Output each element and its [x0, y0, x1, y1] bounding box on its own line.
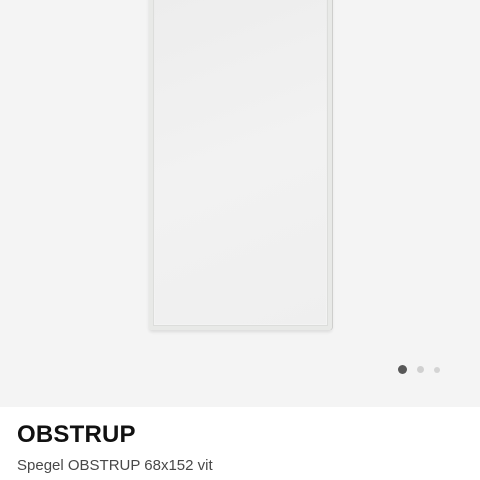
gallery-dot-1[interactable]: [398, 365, 407, 374]
product-name: OBSTRUP: [17, 421, 136, 448]
product-image-mirror[interactable]: [149, 0, 332, 330]
gallery-dot-3[interactable]: [434, 366, 440, 373]
product-info: OBSTRUP Spegel OBSTRUP 68x152 vit: [0, 407, 480, 480]
product-image-gallery[interactable]: [0, 0, 480, 407]
product-page: OBSTRUP Spegel OBSTRUP 68x152 vit: [0, 0, 480, 480]
gallery-pagination: [398, 365, 440, 374]
product-description: Spegel OBSTRUP 68x152 vit: [17, 457, 213, 474]
mirror-glass: [155, 0, 326, 324]
gallery-dot-2[interactable]: [417, 366, 424, 373]
